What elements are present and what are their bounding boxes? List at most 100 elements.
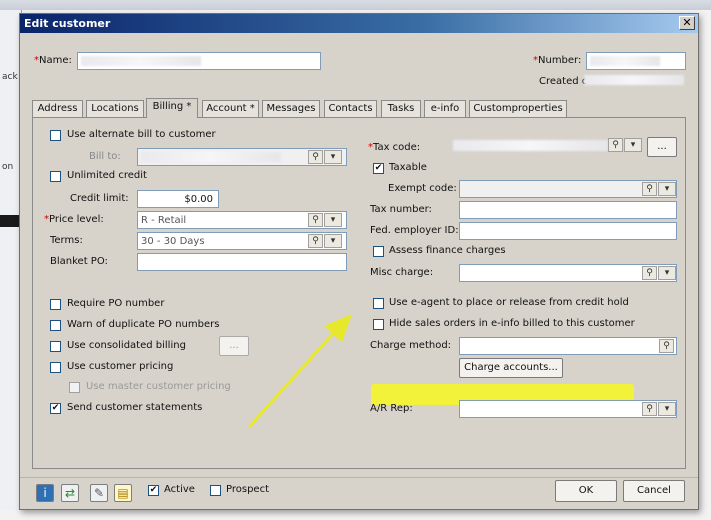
background-strip (0, 0, 711, 10)
search-icon[interactable]: ⚲ (308, 234, 323, 248)
require-po-checkbox[interactable] (50, 299, 61, 310)
require-po-label: Require PO number (67, 298, 165, 309)
hide-sales-checkbox[interactable] (373, 319, 384, 330)
dropdown-icon[interactable]: ▾ (658, 402, 676, 416)
name-label: *Name: (34, 55, 72, 66)
misc-charge-label: Misc charge: (370, 267, 434, 278)
notes-icon[interactable]: ▤ (114, 484, 132, 502)
eagent-label: Use e-agent to place or release from cre… (389, 297, 629, 308)
ar-rep-field[interactable]: ⚲ ▾ (459, 400, 677, 418)
customer-pricing-checkbox[interactable] (50, 362, 61, 373)
credit-limit-value: $0.00 (184, 194, 213, 205)
search-icon[interactable]: ⚲ (642, 402, 657, 416)
info-icon[interactable]: i (36, 484, 54, 502)
use-alternate-bill-label: Use alternate bill to customer (67, 129, 216, 140)
use-alternate-bill-checkbox[interactable] (50, 130, 61, 141)
prospect-label: Prospect (226, 484, 269, 495)
search-icon[interactable]: ⚲ (308, 150, 323, 164)
dropdown-icon[interactable]: ▾ (624, 138, 642, 152)
tab-billing[interactable]: Billing * (146, 98, 198, 118)
credit-limit-field[interactable]: $0.00 (137, 190, 219, 208)
dropdown-icon[interactable]: ▾ (658, 266, 676, 280)
exempt-code-field[interactable]: ⚲ ▾ (459, 180, 677, 198)
active-label: Active (164, 484, 195, 495)
attach-icon[interactable]: ✎ (90, 484, 108, 502)
tab-e-info[interactable]: e-info (424, 100, 466, 117)
charge-method-label: Charge method: (370, 340, 452, 351)
unlimited-credit-checkbox[interactable] (50, 171, 61, 182)
exempt-code-label: Exempt code: (388, 183, 457, 194)
background-bar (0, 215, 21, 227)
annotation-arrow-icon (248, 314, 352, 428)
terms-label: Terms: (50, 235, 83, 246)
tab-address[interactable]: Address (32, 100, 83, 117)
fed-employer-label: Fed. employer ID: (370, 225, 459, 236)
misc-charge-field[interactable]: ⚲ ▾ (459, 264, 677, 282)
active-checkbox[interactable]: ✔ (148, 485, 159, 496)
search-icon[interactable]: ⚲ (308, 213, 323, 227)
transfer-icon[interactable]: ⇄ (61, 484, 79, 502)
ok-button[interactable]: OK (555, 480, 617, 502)
tab-locations[interactable]: Locations (86, 100, 144, 117)
tab-account[interactable]: Account * (202, 100, 259, 117)
background-fragment: on (2, 162, 14, 172)
search-icon[interactable]: ⚲ (642, 182, 657, 196)
edit-customer-dialog: Edit customer ✕ *Name: *Number: Created … (19, 13, 699, 510)
tax-code-value (453, 140, 608, 151)
close-button[interactable]: ✕ (679, 16, 695, 30)
fed-employer-field[interactable] (459, 222, 677, 240)
created-value (584, 75, 684, 85)
customer-pricing-label: Use customer pricing (67, 361, 174, 372)
credit-limit-label: Credit limit: (70, 193, 129, 204)
created-label: Created o (539, 76, 588, 87)
taxable-label: Taxable (389, 162, 427, 173)
consolidated-billing-checkbox[interactable] (50, 341, 61, 352)
name-field[interactable] (77, 52, 321, 70)
search-icon[interactable]: ⚲ (659, 339, 674, 353)
dropdown-icon[interactable]: ▾ (324, 213, 342, 227)
dropdown-icon[interactable]: ▾ (324, 234, 342, 248)
assess-finance-checkbox[interactable] (373, 246, 384, 257)
number-label: *Number: (533, 55, 582, 66)
tab-tasks[interactable]: Tasks (381, 100, 421, 117)
master-pricing-checkbox[interactable] (69, 382, 80, 393)
warn-dup-po-label: Warn of duplicate PO numbers (67, 319, 220, 330)
assess-finance-label: Assess finance charges (389, 245, 506, 256)
unlimited-credit-label: Unlimited credit (67, 170, 147, 181)
search-icon[interactable]: ⚲ (608, 138, 623, 152)
blanket-po-label: Blanket PO: (50, 256, 108, 267)
search-icon[interactable]: ⚲ (642, 266, 657, 280)
footer-separator (20, 477, 698, 478)
charge-method-field[interactable]: ⚲ (459, 337, 677, 355)
taxable-checkbox[interactable]: ✔ (373, 163, 384, 174)
consolidated-billing-label: Use consolidated billing (67, 340, 186, 351)
terms-value: 30 - 30 Days (141, 236, 205, 247)
tab-contacts[interactable]: Contacts (324, 100, 377, 117)
tab-customproperties[interactable]: Customproperties (469, 100, 567, 117)
prospect-checkbox[interactable] (210, 485, 221, 496)
send-statements-checkbox[interactable]: ✔ (50, 403, 61, 414)
price-level-field[interactable]: R - Retail ⚲ ▾ (137, 211, 347, 229)
warn-dup-po-checkbox[interactable] (50, 320, 61, 331)
dialog-title: Edit customer (24, 17, 111, 30)
master-pricing-label: Use master customer pricing (86, 381, 231, 392)
number-field[interactable] (586, 52, 686, 70)
tax-code-label: *Tax code: (368, 142, 421, 153)
title-bar: Edit customer ✕ (20, 14, 698, 33)
tax-code-button[interactable]: ... (647, 137, 677, 157)
charge-accounts-button[interactable]: Charge accounts... (459, 358, 563, 378)
tax-code-picker: ⚲ ▾ (608, 138, 642, 152)
dropdown-icon[interactable]: ▾ (324, 150, 342, 164)
blanket-po-field[interactable] (137, 253, 347, 271)
cancel-button[interactable]: Cancel (623, 480, 685, 502)
price-level-label: *Price level: (44, 214, 104, 225)
eagent-checkbox[interactable] (373, 298, 384, 309)
dropdown-icon[interactable]: ▾ (658, 182, 676, 196)
tab-messages[interactable]: Messages (262, 100, 320, 117)
hide-sales-label: Hide sales orders in e-info billed to th… (389, 318, 635, 329)
ar-rep-label: A/R Rep: (370, 403, 413, 414)
bill-to-field[interactable]: ⚲ ▾ (137, 148, 347, 166)
tax-number-field[interactable] (459, 201, 677, 219)
bill-to-label: Bill to: (89, 151, 121, 162)
terms-field[interactable]: 30 - 30 Days ⚲ ▾ (137, 232, 347, 250)
